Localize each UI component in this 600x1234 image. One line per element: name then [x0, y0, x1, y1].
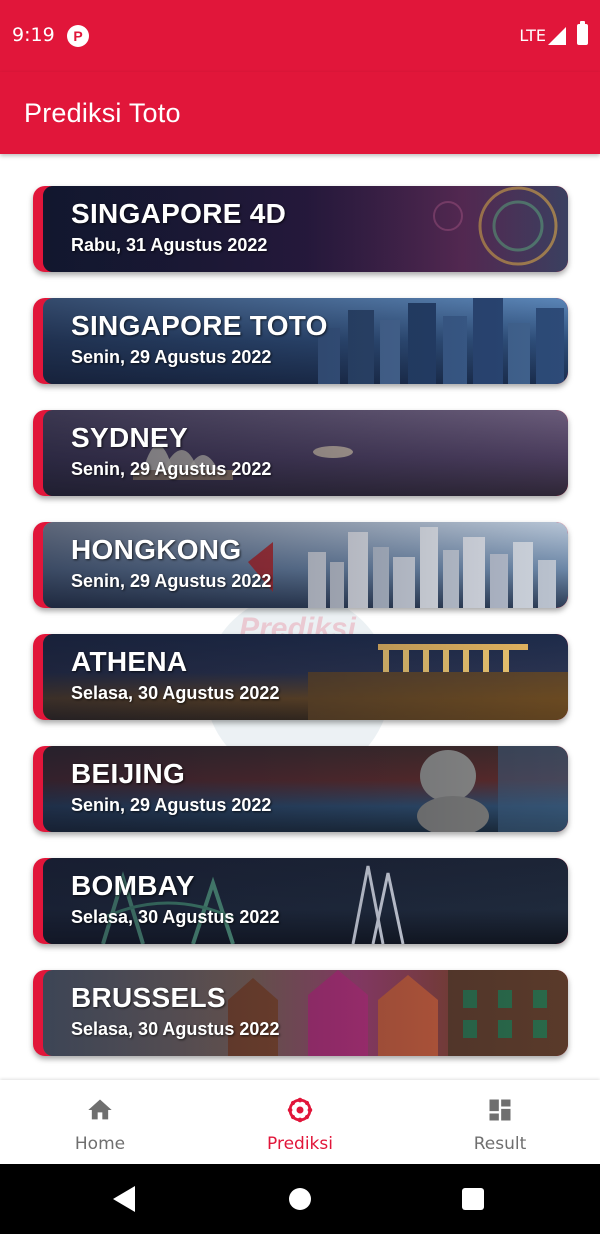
market-name: SINGAPORE TOTO — [71, 310, 328, 341]
market-card-brussels[interactable]: BRUSSELS Selasa, 30 Agustus 2022 — [33, 970, 568, 1056]
market-date: Senin, 29 Agustus 2022 — [71, 347, 272, 367]
network-type: LTE — [519, 26, 546, 45]
market-name: BRUSSELS — [71, 982, 226, 1013]
market-card-athena[interactable]: ATHENA Selasa, 30 Agustus 2022 — [33, 634, 568, 720]
market-date: Selasa, 30 Agustus 2022 — [71, 1019, 280, 1039]
app-bar: Prediksi Toto — [0, 72, 600, 154]
market-date: Senin, 29 Agustus 2022 — [71, 571, 272, 591]
market-card-bombay[interactable]: BOMBAY Selasa, 30 Agustus 2022 — [33, 858, 568, 944]
app-notification-icon: P — [67, 25, 89, 47]
battery-icon — [577, 21, 588, 45]
market-card-beijing[interactable]: BEIJING Senin, 29 Agustus 2022 — [33, 746, 568, 832]
system-navigation-bar — [0, 1164, 600, 1234]
nav-item-prediksi[interactable]: Prediksi — [200, 1080, 400, 1164]
market-date: Selasa, 30 Agustus 2022 — [71, 907, 280, 927]
market-list[interactable]: Prediksi SINGAPORE 4D Rabu, 31 Agustus 2… — [0, 154, 600, 1080]
nav-item-result[interactable]: Result — [400, 1080, 600, 1164]
status-bar: 9:19 P LTE — [0, 0, 600, 72]
prediksi-icon — [287, 1097, 313, 1123]
bottom-navigation: Home Prediksi Result — [0, 1080, 600, 1164]
signal-icon — [548, 27, 566, 45]
dashboard-icon — [489, 1099, 511, 1121]
market-name: ATHENA — [71, 646, 188, 677]
market-date: Selasa, 30 Agustus 2022 — [71, 683, 280, 703]
market-date: Senin, 29 Agustus 2022 — [71, 795, 272, 815]
market-date: Senin, 29 Agustus 2022 — [71, 459, 272, 479]
market-date: Rabu, 31 Agustus 2022 — [71, 235, 268, 255]
market-name: HONGKONG — [71, 534, 242, 565]
market-name: SYDNEY — [71, 422, 188, 453]
market-name: SINGAPORE 4D — [71, 198, 287, 229]
status-time: 9:19 — [12, 24, 55, 46]
market-card-sydney[interactable]: SYDNEY Senin, 29 Agustus 2022 — [33, 410, 568, 496]
market-name: BOMBAY — [71, 870, 195, 901]
page-title: Prediksi Toto — [24, 98, 181, 128]
market-card-singapore-toto[interactable]: SINGAPORE TOTO Senin, 29 Agustus 2022 — [33, 298, 568, 384]
nav-label: Result — [473, 1134, 527, 1154]
nav-label: Prediksi — [267, 1134, 333, 1154]
nav-label: Home — [74, 1134, 126, 1154]
home-icon — [88, 1099, 112, 1120]
market-card-hongkong[interactable]: HONGKONG Senin, 29 Agustus 2022 — [33, 522, 568, 608]
home-button-icon[interactable] — [289, 1188, 311, 1210]
back-icon[interactable] — [113, 1186, 137, 1212]
market-name: BEIJING — [71, 758, 186, 789]
recents-icon[interactable] — [462, 1188, 484, 1210]
nav-item-home[interactable]: Home — [0, 1080, 200, 1164]
market-card-singapore-4d[interactable]: SINGAPORE 4D Rabu, 31 Agustus 2022 — [33, 186, 568, 272]
